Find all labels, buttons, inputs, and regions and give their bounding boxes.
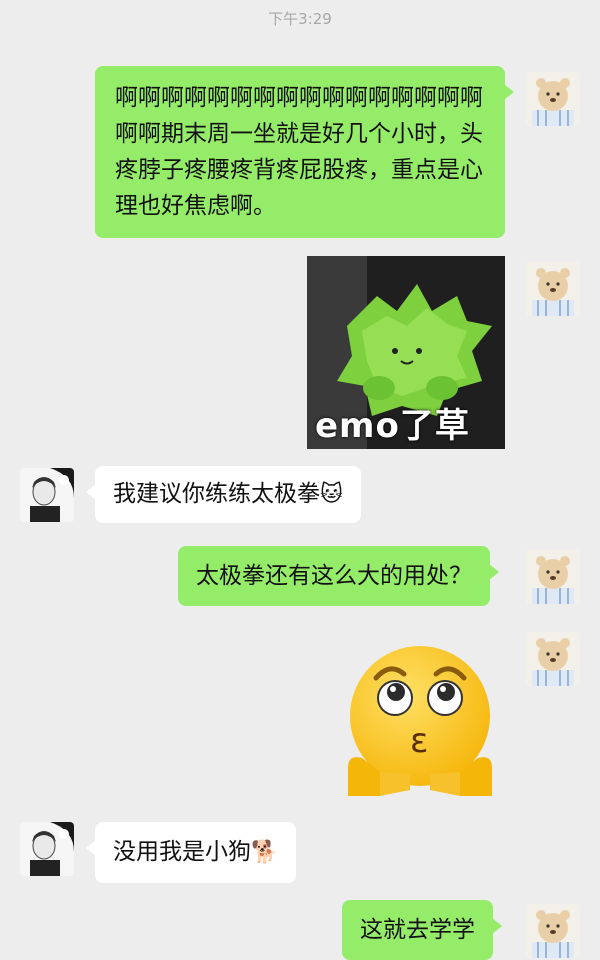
sketch-portrait-avatar-icon <box>20 468 74 522</box>
message-text: 这就去学学 <box>360 917 475 943</box>
bear-avatar-icon <box>526 262 580 316</box>
my-avatar[interactable] <box>526 632 580 686</box>
message-bubble-sent[interactable]: 啊啊啊啊啊啊啊啊啊啊啊啊啊啊啊啊啊啊期末周一坐就是好几个小时，头疼脖子疼腰疼背疼… <box>95 66 514 238</box>
my-avatar[interactable] <box>526 72 580 126</box>
sketch-portrait-avatar-icon <box>20 822 74 876</box>
message-bubble-sent[interactable]: 太极拳还有这么大的用处？ <box>178 546 499 606</box>
sticker-cabbage-emo[interactable]: emo了草 <box>307 256 505 449</box>
pleading-face-icon: ɛ <box>348 646 492 796</box>
sticker-caption: emo了草 <box>315 406 470 446</box>
doge-cat-icon: 🐱 <box>320 482 343 507</box>
svg-text:ɛ: ɛ <box>410 721 428 761</box>
message-text: 没用我是小狗 <box>113 839 251 865</box>
my-avatar[interactable] <box>526 550 580 604</box>
message-bubble-received[interactable]: 没用我是小狗🐕 <box>85 822 297 883</box>
message-text: 啊啊啊啊啊啊啊啊啊啊啊啊啊啊啊啊啊啊期末周一坐就是好几个小时，头疼脖子疼腰疼背疼… <box>115 85 483 219</box>
my-avatar[interactable] <box>526 904 580 958</box>
bear-avatar-icon <box>526 550 580 604</box>
message-text: 太极拳还有这么大的用处？ <box>196 563 472 589</box>
bear-avatar-icon <box>526 632 580 686</box>
message-bubble-received[interactable]: 我建议你练练太极拳🐱 <box>86 466 361 523</box>
contact-avatar[interactable] <box>20 822 74 876</box>
timestamp: 下午3:29 <box>268 10 332 28</box>
bear-avatar-icon <box>526 904 580 958</box>
my-avatar[interactable] <box>526 262 580 316</box>
message-text: 我建议你练练太极拳 <box>113 481 320 507</box>
sticker-pleading-emoji[interactable]: ɛ <box>340 640 500 810</box>
message-bubble-sent[interactable]: 这就去学学 <box>342 900 502 960</box>
contact-avatar[interactable] <box>20 468 74 522</box>
bear-avatar-icon <box>526 72 580 126</box>
dog-icon: 🐕 <box>251 840 279 865</box>
